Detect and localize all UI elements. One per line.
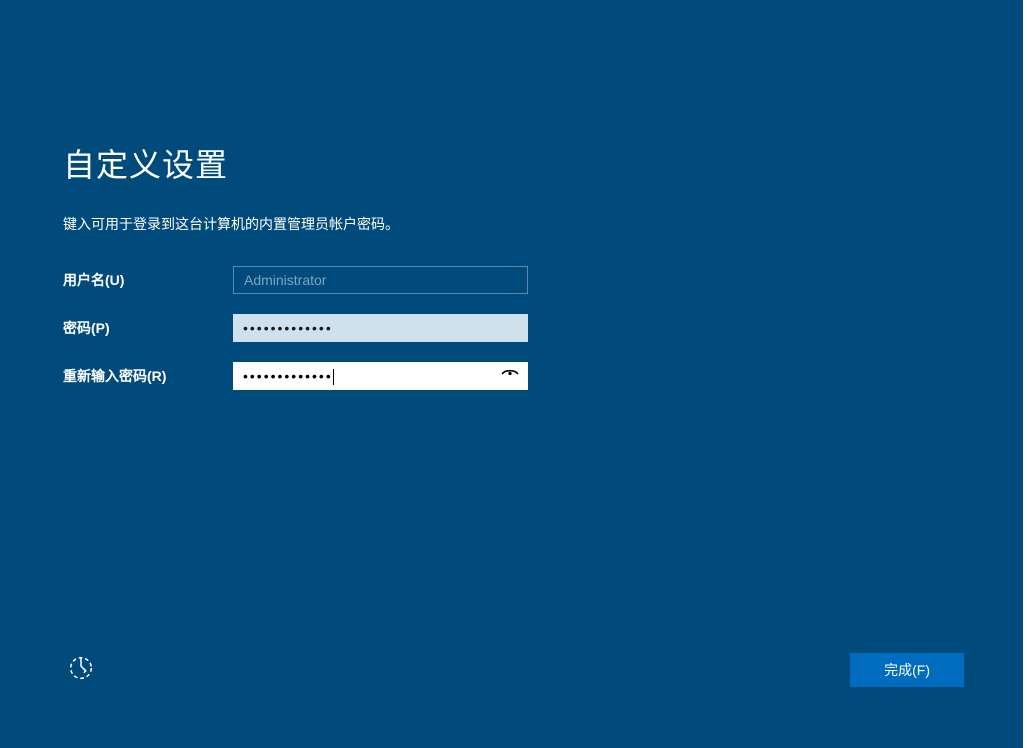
ease-of-access-icon bbox=[66, 653, 96, 688]
password-field[interactable]: ••••••••••••• bbox=[233, 314, 528, 342]
confirm-password-mask: ••••••••••••• bbox=[243, 368, 333, 384]
text-cursor bbox=[333, 369, 334, 385]
password-label: 密码(P) bbox=[63, 318, 233, 338]
eye-icon bbox=[501, 366, 519, 387]
username-row: 用户名(U) Administrator bbox=[63, 266, 1027, 294]
setup-container: 自定义设置 键入可用于登录到这台计算机的内置管理员帐户密码。 用户名(U) Ad… bbox=[0, 0, 1027, 390]
password-row: 密码(P) ••••••••••••• bbox=[63, 314, 1027, 342]
reveal-password-button[interactable] bbox=[500, 366, 520, 386]
confirm-password-field[interactable]: ••••••••••••• bbox=[233, 362, 528, 390]
ease-of-access-button[interactable] bbox=[63, 652, 99, 688]
password-mask: ••••••••••••• bbox=[243, 320, 333, 336]
confirm-password-row: 重新输入密码(R) ••••••••••••• bbox=[63, 362, 1027, 390]
username-input-wrap: Administrator bbox=[233, 266, 528, 294]
window-right-edge bbox=[1023, 0, 1027, 748]
username-label: 用户名(U) bbox=[63, 270, 233, 290]
confirm-password-input-wrap: ••••••••••••• bbox=[233, 362, 528, 390]
username-field: Administrator bbox=[233, 266, 528, 294]
page-title: 自定义设置 bbox=[63, 140, 1027, 186]
page-subtitle: 键入可用于登录到这台计算机的内置管理员帐户密码。 bbox=[63, 214, 1027, 234]
confirm-password-label: 重新输入密码(R) bbox=[63, 366, 233, 386]
password-input-wrap: ••••••••••••• bbox=[233, 314, 528, 342]
footer: 完成(F) bbox=[0, 652, 1027, 688]
finish-button[interactable]: 完成(F) bbox=[850, 653, 964, 687]
